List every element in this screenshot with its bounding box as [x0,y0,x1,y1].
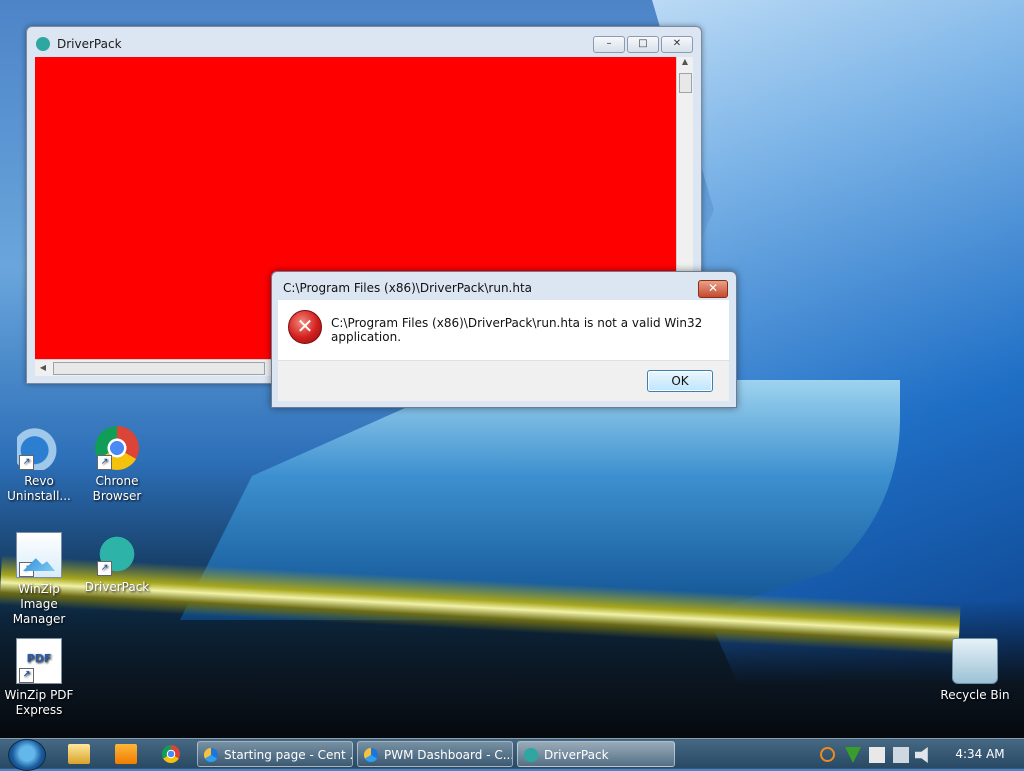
ok-button[interactable]: OK [647,370,713,392]
desktop-icon-driverpack[interactable]: ↗ DriverPack [78,532,156,595]
scroll-left-icon[interactable]: ◀ [35,360,51,376]
file-explorer-icon[interactable] [68,744,90,764]
desktop-icon-winzip-pdf[interactable]: PDF ↗ WinZip PDF Express [0,638,78,718]
scroll-up-icon[interactable]: ▲ [677,57,693,71]
winzip-pdf-icon: PDF ↗ [16,638,62,684]
desktop-icon-label: WinZip PDF Express [4,688,74,717]
search-tray-icon[interactable] [820,747,835,762]
driverpack-icon [36,37,50,51]
dialog-body: ✕ C:\Program Files (x86)\DriverPack\run.… [278,300,729,360]
chromium-icon [204,748,218,762]
window-titlebar[interactable]: DriverPack – □ ✕ [27,27,701,57]
window-controls: – □ ✕ [593,36,693,53]
driverpack-icon [524,748,538,762]
chromium-icon [364,748,378,762]
dialog-message: C:\Program Files (x86)\DriverPack\run.ht… [331,316,703,344]
dialog-title: C:\Program Files (x86)\DriverPack\run.ht… [283,281,533,295]
taskbar-item-label: DriverPack [544,748,609,762]
start-button[interactable] [8,739,46,771]
chrome-icon[interactable] [162,745,180,763]
dialog-close-button[interactable]: ✕ [698,280,728,298]
revo-uninstaller-icon: ↗ [17,426,61,470]
taskbar-item-driverpack[interactable]: DriverPack [517,741,675,767]
taskbar-item-label: PWM Dashboard - C... [384,748,513,762]
desktop-icon-label: Chrone Browser [92,474,142,503]
taskbar-item-pwm-dashboard[interactable]: PWM Dashboard - C... [357,741,513,767]
desktop-icon-chrome[interactable]: ↗ Chrone Browser [78,426,156,504]
action-center-icon[interactable] [869,747,885,763]
desktop-icon-label: DriverPack [84,580,150,594]
taskbar-clock[interactable]: 4:34 AM [945,739,1015,769]
desktop-icon-label: Revo Uninstall... [7,474,71,503]
desktop-icon-recycle-bin[interactable]: Recycle Bin [936,638,1014,703]
media-player-icon[interactable] [115,744,137,764]
dialog-footer: OK [278,360,729,401]
desktop-icon-label: WinZip Image Manager [12,582,66,626]
volume-icon[interactable] [915,747,928,763]
taskbar: Starting page - Cent ... PWM Dashboard -… [0,738,1024,771]
network-icon[interactable] [893,747,909,763]
winzip-image-icon: ↗ [16,532,62,578]
taskbar-item-label: Starting page - Cent ... [224,748,353,762]
vertical-scroll-thumb[interactable] [679,73,692,93]
desktop-icon-label: Recycle Bin [940,688,1010,702]
chrome-icon: ↗ [95,426,139,470]
recycle-bin-icon [952,638,998,684]
close-button[interactable]: ✕ [661,36,693,53]
error-icon: ✕ [288,310,322,344]
error-dialog[interactable]: C:\Program Files (x86)\DriverPack\run.ht… [271,271,737,408]
desktop-icon-revo[interactable]: ↗ Revo Uninstall... [0,426,78,504]
desktop-icon-winzip-image[interactable]: ↗ WinZip Image Manager [0,532,78,627]
pdf-icon-text: PDF [26,652,52,665]
maximize-button[interactable]: □ [627,36,659,53]
taskbar-item-starting-page[interactable]: Starting page - Cent ... [197,741,353,767]
horizontal-scroll-thumb[interactable] [53,362,265,375]
window-title: DriverPack [57,37,122,51]
minimize-button[interactable]: – [593,36,625,53]
driverpack-icon: ↗ [95,532,139,576]
app-tray-icon[interactable] [845,747,861,763]
